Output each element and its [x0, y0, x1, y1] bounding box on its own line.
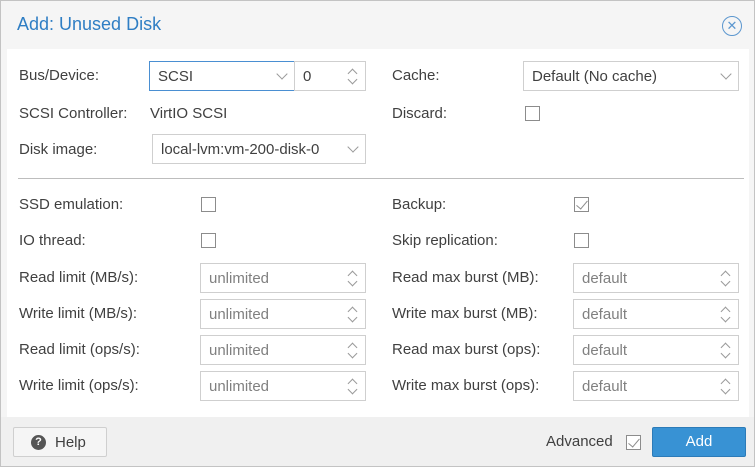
- close-icon[interactable]: ✕: [722, 16, 742, 36]
- discard-label: Discard:: [392, 105, 448, 122]
- bus-device-label: Bus/Device:: [19, 67, 100, 84]
- scsi-controller-label: SCSI Controller:: [19, 105, 128, 122]
- write-limit-mb-placeholder: unlimited: [209, 306, 270, 323]
- read-limit-ops-label: Read limit (ops/s):: [19, 341, 140, 358]
- disk-image-value: local-lvm:vm-200-disk-0: [161, 141, 320, 158]
- advanced-label: Advanced: [546, 433, 613, 450]
- spinner-arrows-icon[interactable]: [341, 300, 365, 328]
- section-divider: [18, 178, 744, 179]
- question-circle-icon: ?: [31, 435, 46, 450]
- read-limit-mb-label: Read limit (MB/s):: [19, 269, 139, 286]
- device-number-value: 0: [303, 68, 312, 85]
- ssd-emulation-checkbox[interactable]: [201, 197, 216, 212]
- chevron-down-icon[interactable]: [270, 62, 294, 90]
- cache-label: Cache:: [392, 67, 440, 84]
- write-burst-ops-label: Write max burst (ops):: [392, 377, 540, 394]
- disk-image-select[interactable]: local-lvm:vm-200-disk-0: [152, 134, 366, 164]
- add-disk-dialog: Add: Unused Disk ✕ Bus/Device: SCSI 0 SC…: [0, 0, 755, 467]
- help-button-label: Help: [55, 434, 86, 451]
- spinner-arrows-icon[interactable]: [714, 336, 738, 364]
- io-thread-checkbox[interactable]: [201, 233, 216, 248]
- device-number-stepper[interactable]: 0: [294, 61, 366, 91]
- write-limit-mb-label: Write limit (MB/s):: [19, 305, 138, 322]
- scsi-controller-value: VirtIO SCSI: [150, 105, 228, 122]
- spinner-arrows-icon[interactable]: [714, 372, 738, 400]
- write-limit-ops-placeholder: unlimited: [209, 378, 270, 395]
- io-thread-label: IO thread:: [19, 232, 86, 249]
- spinner-arrows-icon[interactable]: [714, 264, 738, 292]
- spinner-arrows-icon[interactable]: [714, 300, 738, 328]
- skip-replication-checkbox[interactable]: [574, 233, 589, 248]
- read-burst-mb-label: Read max burst (MB):: [392, 269, 539, 286]
- backup-checkbox[interactable]: [574, 197, 589, 212]
- read-limit-mb-input[interactable]: unlimited: [200, 263, 366, 293]
- spinner-arrows-icon[interactable]: [341, 336, 365, 364]
- spinner-arrows-icon[interactable]: [341, 62, 365, 90]
- chevron-down-icon[interactable]: [341, 135, 365, 163]
- write-burst-ops-placeholder: default: [582, 378, 628, 395]
- advanced-checkbox[interactable]: [626, 435, 641, 450]
- dialog-body: Bus/Device: SCSI 0 SCSI Controller: Virt…: [7, 49, 749, 417]
- read-burst-mb-input[interactable]: default: [573, 263, 739, 293]
- spinner-arrows-icon[interactable]: [341, 372, 365, 400]
- dialog-footer: ? Help Advanced Add: [1, 417, 754, 466]
- write-burst-mb-label: Write max burst (MB):: [392, 305, 538, 322]
- skip-replication-label: Skip replication:: [392, 232, 498, 249]
- write-burst-mb-input[interactable]: default: [573, 299, 739, 329]
- discard-checkbox[interactable]: [525, 106, 540, 121]
- read-limit-ops-input[interactable]: unlimited: [200, 335, 366, 365]
- ssd-emulation-label: SSD emulation:: [19, 196, 124, 213]
- write-limit-mb-input[interactable]: unlimited: [200, 299, 366, 329]
- read-burst-mb-placeholder: default: [582, 270, 628, 287]
- help-button[interactable]: ? Help: [13, 427, 107, 457]
- write-burst-ops-input[interactable]: default: [573, 371, 739, 401]
- read-limit-mb-placeholder: unlimited: [209, 270, 270, 287]
- read-burst-ops-label: Read max burst (ops):: [392, 341, 541, 358]
- write-limit-ops-label: Write limit (ops/s):: [19, 377, 139, 394]
- read-limit-ops-placeholder: unlimited: [209, 342, 270, 359]
- bus-select[interactable]: SCSI: [149, 61, 295, 91]
- read-burst-ops-placeholder: default: [582, 342, 628, 359]
- bus-select-value: SCSI: [158, 68, 194, 85]
- dialog-titlebar: Add: Unused Disk ✕: [1, 1, 754, 49]
- write-limit-ops-input[interactable]: unlimited: [200, 371, 366, 401]
- cache-select[interactable]: Default (No cache): [523, 61, 739, 91]
- read-burst-ops-input[interactable]: default: [573, 335, 739, 365]
- add-button[interactable]: Add: [652, 427, 746, 457]
- chevron-down-icon[interactable]: [714, 62, 738, 90]
- spinner-arrows-icon[interactable]: [341, 264, 365, 292]
- write-burst-mb-placeholder: default: [582, 306, 628, 323]
- disk-image-label: Disk image:: [19, 141, 98, 158]
- cache-select-value: Default (No cache): [532, 68, 658, 85]
- backup-label: Backup:: [392, 196, 447, 213]
- dialog-title: Add: Unused Disk: [17, 14, 162, 34]
